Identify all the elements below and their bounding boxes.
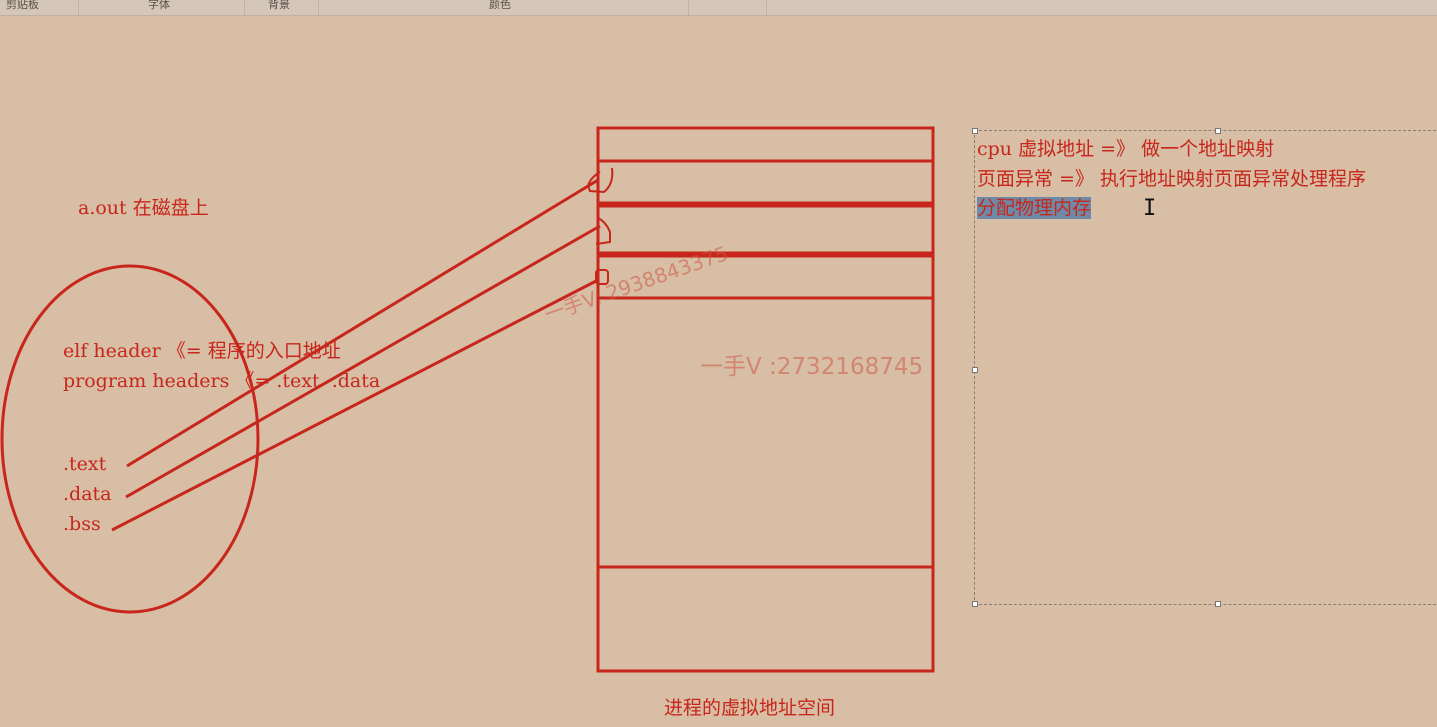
section-bss-label: .bss [63, 513, 101, 535]
address-space-box [596, 126, 935, 673]
section-text-label: .text [63, 453, 107, 475]
segment-mark [586, 167, 614, 194]
resize-handle[interactable] [1215, 601, 1221, 607]
selected-text[interactable]: 分配物理内存 [977, 197, 1092, 219]
text-mapping-line [126, 178, 599, 468]
resize-handle[interactable] [972, 367, 978, 373]
disk-file-ellipse [0, 264, 260, 614]
watermark-text: 一手V :2732168745 [700, 354, 924, 380]
resize-handle[interactable] [972, 128, 978, 134]
resize-handle[interactable] [1215, 128, 1221, 134]
resize-handle[interactable] [972, 601, 978, 607]
elf-header-line: elf header 《= 程序的入口地址 [63, 340, 341, 362]
program-headers-line: program headers 《= .text .data [63, 370, 381, 392]
text-box[interactable]: cpu 虚拟地址 =》 做一个地址映射 页面异常 =》 执行地址映射页面异常处理… [972, 128, 1437, 607]
textbox-line[interactable]: 页面异常 =》 执行地址映射页面异常处理程序 [977, 167, 1366, 191]
disk-label: a.out 在磁盘上 [78, 197, 209, 219]
bss-mapping-line [111, 278, 599, 532]
ibeam-cursor-icon: I [1143, 196, 1157, 221]
textbox-line[interactable]: cpu 虚拟地址 =》 做一个地址映射 [977, 137, 1274, 161]
address-space-caption: 进程的虚拟地址空间 [664, 697, 836, 719]
section-data-label: .data [63, 483, 112, 505]
